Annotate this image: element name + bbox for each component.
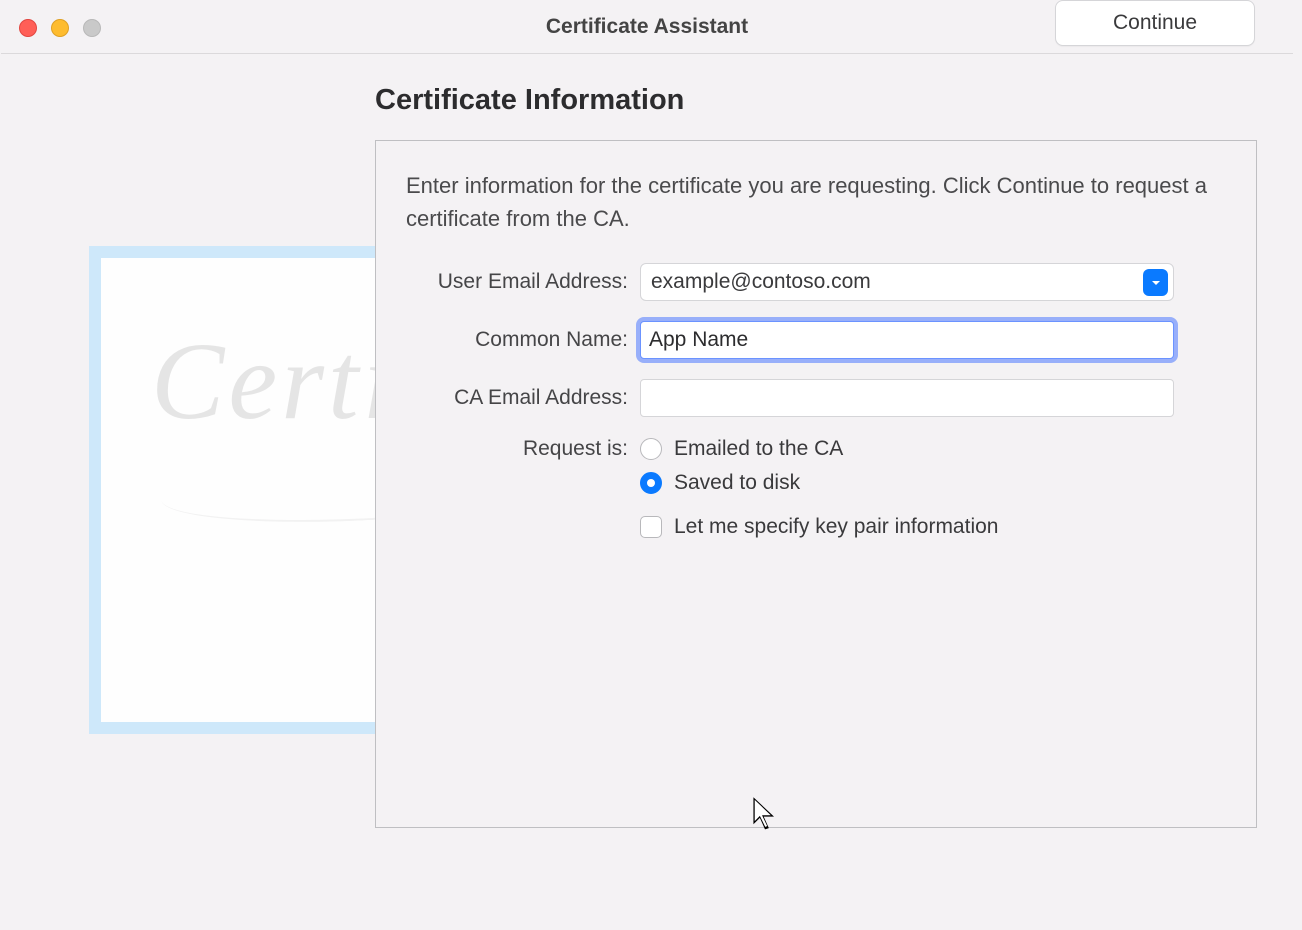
instructions-text: Enter information for the certificate yo… [406,169,1220,235]
user-email-combobox[interactable]: example@contoso.com [640,263,1174,301]
radio-indicator-icon [640,472,662,494]
checkbox-indicator-icon [640,516,662,538]
radio-saved-to-disk[interactable]: Saved to disk [640,471,1174,495]
user-email-value: example@contoso.com [651,270,871,294]
keypair-checkbox[interactable]: Let me specify key pair information [640,515,1174,539]
footer-buttons: Continue [1055,0,1255,46]
zoom-window-icon[interactable] [83,19,101,37]
certificate-assistant-window: Certificate Assistant Certificate Inform… [0,0,1294,922]
dropdown-arrow-icon[interactable] [1143,269,1168,296]
common-name-row: Common Name: [406,321,1226,359]
request-radio-group: Emailed to the CA Saved to disk [640,437,1174,495]
ca-email-label: CA Email Address: [406,386,640,410]
page-title: Certificate Information [375,84,684,117]
radio-indicator-icon [640,438,662,460]
user-email-label: User Email Address: [406,270,640,294]
common-name-label: Common Name: [406,328,640,352]
keypair-checkbox-label: Let me specify key pair information [674,515,998,539]
ca-email-row: CA Email Address: [406,379,1226,417]
form-panel: Enter information for the certificate yo… [375,140,1257,828]
request-row: Request is: Emailed to the CA Saved to d… [406,437,1226,495]
request-label: Request is: [406,437,640,461]
content-area: Certificate Information Certificate [1,54,1293,84]
window-controls [19,19,101,37]
minimize-window-icon[interactable] [51,19,69,37]
user-email-row: User Email Address: example@contoso.com [406,263,1226,301]
radio-emailed-to-ca[interactable]: Emailed to the CA [640,437,1174,461]
window-title: Certificate Assistant [546,15,748,39]
continue-button[interactable]: Continue [1055,0,1255,46]
common-name-input[interactable] [640,321,1174,359]
ca-email-input[interactable] [640,379,1174,417]
close-window-icon[interactable] [19,19,37,37]
radio-saved-label: Saved to disk [674,471,800,495]
keypair-row: Let me specify key pair information [406,515,1226,539]
radio-emailed-label: Emailed to the CA [674,437,843,461]
continue-button-label: Continue [1113,11,1197,35]
